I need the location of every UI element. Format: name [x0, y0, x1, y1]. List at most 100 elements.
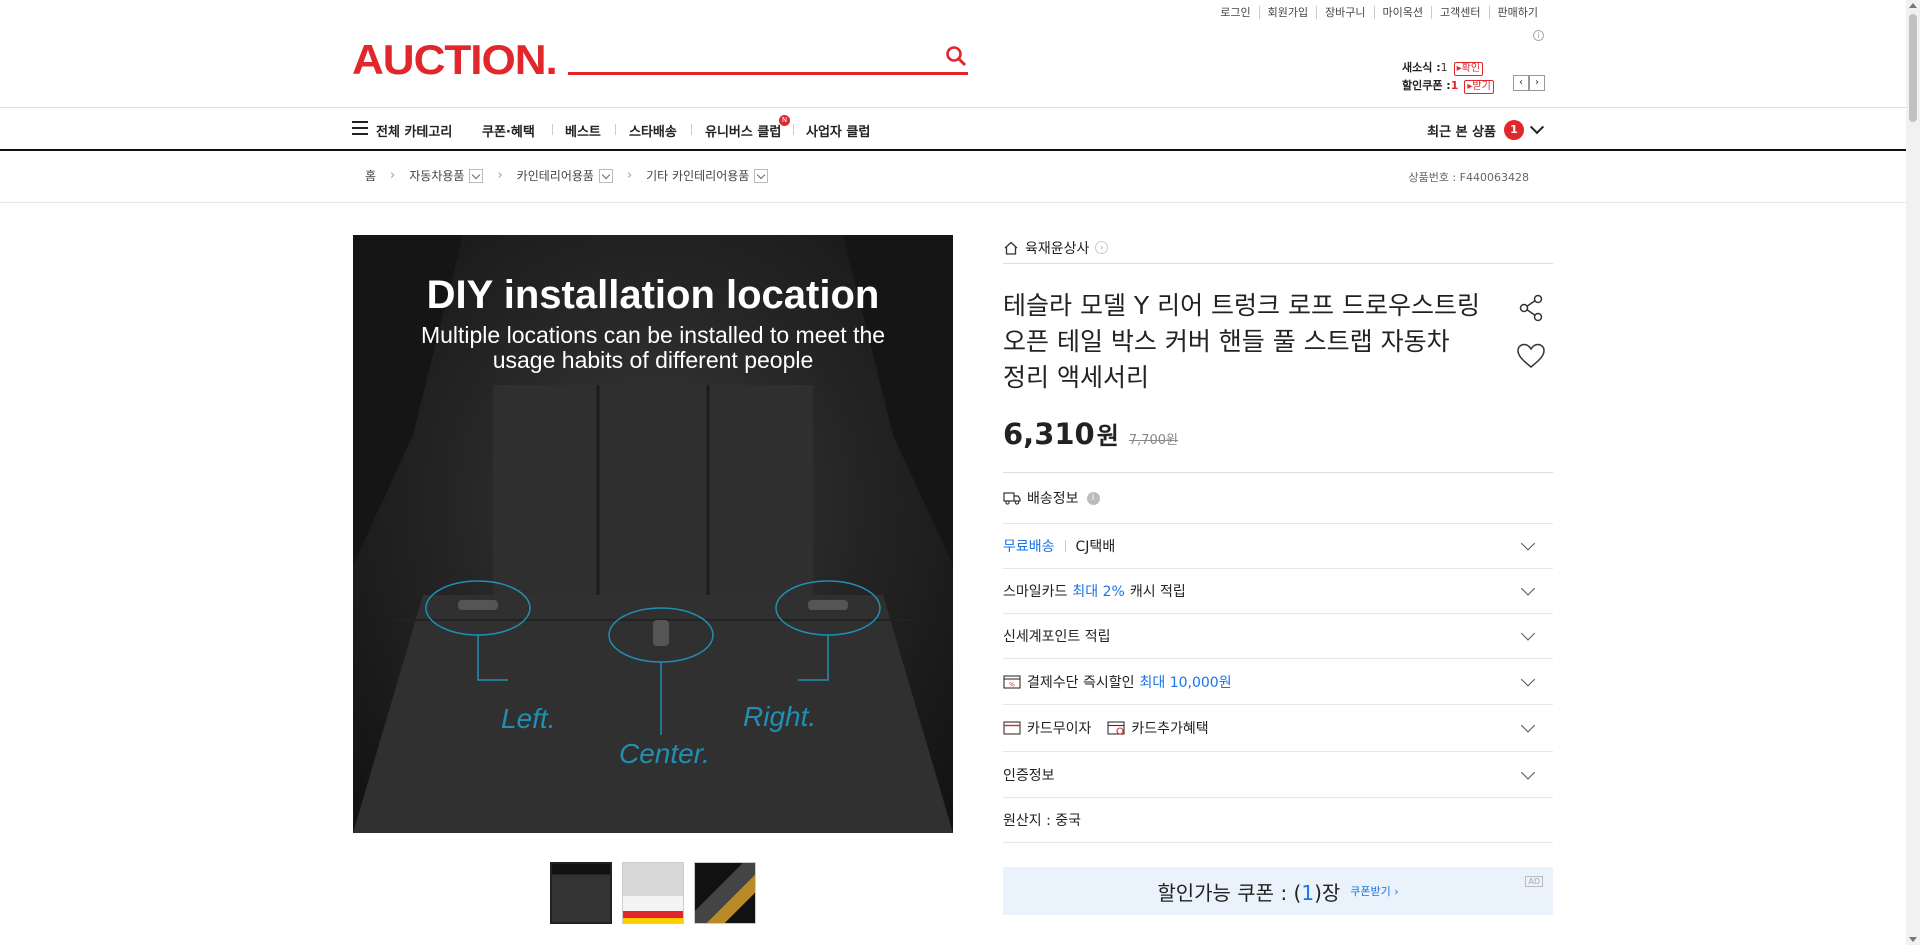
nav-divider — [552, 124, 553, 135]
breadcrumb: 홈 › 자동차용품 › 카인테리어용품 › 기타 카인테리어용품 상품번호 : … — [0, 153, 1906, 203]
scroll-up-icon[interactable] — [1909, 3, 1917, 8]
breadcrumb-arrow-icon: › — [497, 168, 503, 183]
cart-link[interactable]: 장바구니 — [1316, 6, 1373, 19]
dropdown-icon[interactable] — [754, 168, 769, 183]
certification-row[interactable]: 인증정보 — [1003, 752, 1553, 798]
coupon-banner[interactable]: 할인가능 쿠폰 : (1)장 쿠폰받기 › AD — [1003, 867, 1553, 915]
hamburger-icon[interactable] — [352, 121, 368, 135]
nav-best[interactable]: 베스트 — [565, 121, 601, 140]
home-icon — [1004, 241, 1018, 255]
chevron-down-icon — [1529, 120, 1545, 135]
main-nav: 전체 카테고리 쿠폰·혜택 베스트 스타배송 유니버스 클럽 N 사업자 클럽 … — [0, 107, 1906, 151]
new-badge: N — [779, 115, 790, 126]
price-block: 6,310 원 7,700원 — [1003, 416, 1178, 451]
nav-star-delivery[interactable]: 스타배송 — [629, 121, 677, 140]
original-price: 7,700원 — [1128, 433, 1179, 448]
svg-text:%: % — [1009, 681, 1015, 688]
image-label-left: Left. — [501, 703, 556, 734]
search-input[interactable] — [568, 40, 928, 70]
breadcrumb-arrow-icon: › — [390, 168, 396, 183]
ad-badge: AD — [1525, 876, 1543, 887]
image-subline: Multiple locations can be installed to m… — [420, 322, 886, 373]
share-icon[interactable] — [1515, 292, 1547, 324]
shipping-info-header: 배송정보 i — [1003, 473, 1553, 524]
my-auction-link[interactable]: 마이옥션 — [1373, 6, 1431, 19]
nav-divider — [691, 124, 692, 135]
card-benefit-row[interactable]: 카드무이자 카드추가혜택 — [1003, 705, 1553, 752]
scroll-down-icon[interactable] — [1909, 937, 1917, 942]
truck-icon — [1003, 492, 1021, 505]
dropdown-icon[interactable] — [469, 168, 484, 183]
image-headline: DIY installation location — [426, 273, 880, 317]
nav-universe-club[interactable]: 유니버스 클럽 — [705, 121, 781, 140]
prev-arrow-icon[interactable]: ‹ — [1513, 75, 1529, 91]
chevron-down-icon — [1520, 764, 1536, 780]
all-category-button[interactable]: 전체 카테고리 — [376, 121, 452, 140]
info-icon[interactable]: i — [1533, 30, 1544, 41]
utility-links: 로그인 회원가입 장바구니 마이옥션 고객센터 판매하기 — [1212, 6, 1546, 19]
breadcrumb-arrow-icon: › — [626, 168, 633, 183]
benefit-rows: 배송정보 i 무료배송 CJ택배 스마일카드 최대 2% 캐시 적립 신세계포인… — [1003, 472, 1553, 843]
mini-pager: ‹ › — [1513, 75, 1545, 91]
signup-link[interactable]: 회원가입 — [1258, 6, 1316, 19]
sale-price: 6,310 — [1003, 417, 1095, 451]
search-icon[interactable] — [944, 44, 968, 68]
product-main-image[interactable]: DIY installation location Multiple locat… — [353, 235, 953, 833]
thumbnail-1[interactable] — [550, 862, 612, 924]
next-arrow-icon[interactable]: › — [1529, 75, 1545, 91]
breadcrumb-level-3[interactable]: 기타 카인테리어용품 — [646, 167, 769, 184]
price-unit: 원 — [1096, 422, 1119, 450]
coupon-get-tag[interactable]: ▸받기 — [1464, 80, 1494, 94]
discount-card-icon: % — [1003, 674, 1021, 689]
payment-discount-row[interactable]: % 결제수단 즉시할인 최대 10,000원 — [1003, 659, 1553, 705]
image-label-center: Center. — [619, 738, 710, 769]
product-info: 육재윤상사 › 테슬라 모델 Y 리어 트렁크 로프 드로우스트링 오픈 테일 … — [1003, 232, 1553, 915]
dropdown-icon[interactable] — [598, 168, 613, 183]
coupon-indicator[interactable]: 할인쿠폰 :1 ▸받기 — [1402, 77, 1494, 94]
seller-name: 육재윤상사 — [1025, 240, 1090, 257]
coupon-count-text: 할인가능 쿠폰 : (1)장 — [1157, 880, 1341, 905]
info-icon[interactable]: i — [1086, 491, 1100, 505]
ssg-point-row[interactable]: 신세계포인트 적립 — [1003, 614, 1553, 659]
heart-icon[interactable] — [1515, 340, 1547, 372]
news-indicator[interactable]: 새소식 :1 ▸확인 — [1402, 59, 1484, 76]
sell-link[interactable]: 판매하기 — [1488, 6, 1546, 19]
breadcrumb-level-2[interactable]: 카인테리어용품 — [517, 167, 613, 184]
breadcrumb-home[interactable]: 홈 — [365, 167, 376, 184]
chevron-down-icon — [1520, 626, 1536, 641]
recent-count-badge: 1 — [1504, 120, 1524, 140]
card-plus-icon — [1107, 721, 1125, 735]
scrollbar[interactable] — [1906, 0, 1920, 945]
news-check-tag[interactable]: ▸확인 — [1453, 62, 1484, 76]
chevron-down-icon — [1520, 671, 1536, 687]
thumbnail-2[interactable] — [622, 862, 684, 924]
chevron-down-icon — [1520, 718, 1536, 733]
chevron-down-icon — [1520, 536, 1536, 551]
chevron-right-icon: › — [1095, 241, 1109, 254]
thumbnail-3[interactable] — [694, 862, 756, 924]
row-divider — [1064, 540, 1066, 552]
auction-logo[interactable]: AUCTION. — [352, 38, 558, 82]
recent-viewed-button[interactable]: 최근 본 상품 1 — [1427, 120, 1545, 140]
nav-divider — [793, 124, 794, 135]
seller-link[interactable]: 육재윤상사 › — [1003, 232, 1553, 264]
get-coupon-link[interactable]: 쿠폰받기 › — [1350, 883, 1398, 899]
nav-business-club[interactable]: 사업자 클럽 — [806, 121, 870, 140]
scroll-thumb[interactable] — [1909, 14, 1917, 122]
product-code: 상품번호 : F440063428 — [1408, 171, 1530, 184]
page: 로그인 회원가입 장바구니 마이옥션 고객센터 판매하기 i AUCTION. … — [0, 0, 1920, 945]
breadcrumb-level-1[interactable]: 자동차용품 — [409, 167, 484, 184]
chevron-down-icon — [1520, 581, 1536, 596]
card-icon — [1003, 721, 1021, 735]
origin-row: 원산지 : 중국 — [1003, 798, 1553, 843]
nav-coupon-benefits[interactable]: 쿠폰·혜택 — [482, 121, 535, 140]
smile-card-row[interactable]: 스마일카드 최대 2% 캐시 적립 — [1003, 569, 1553, 614]
image-label-right: Right. — [743, 701, 817, 732]
search-bar — [568, 40, 968, 75]
customer-center-link[interactable]: 고객센터 — [1431, 6, 1488, 19]
login-link[interactable]: 로그인 — [1212, 6, 1258, 19]
thumbnail-strip — [550, 862, 756, 924]
product-title: 테슬라 모델 Y 리어 트렁크 로프 드로우스트링 오픈 테일 박스 커버 핸들… — [1003, 291, 1480, 392]
shipping-row[interactable]: 무료배송 CJ택배 — [1003, 524, 1553, 569]
nav-divider — [615, 124, 616, 135]
